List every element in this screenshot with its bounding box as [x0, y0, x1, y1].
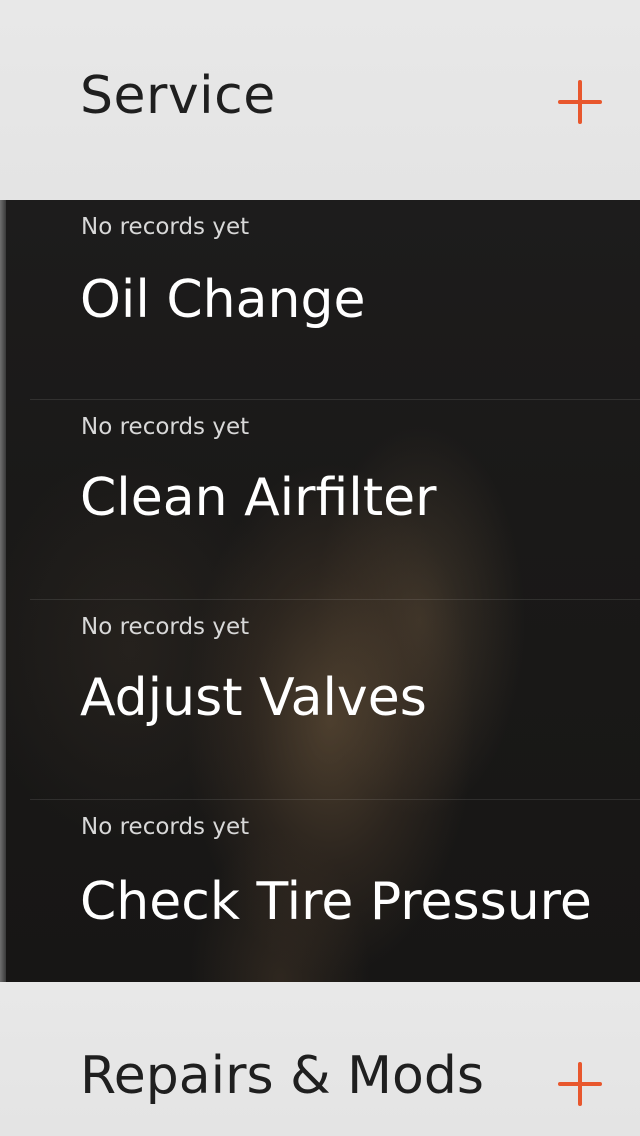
service-item-status: No records yet [81, 814, 250, 840]
service-item-check-tire-pressure[interactable]: No records yet Check Tire Pressure [0, 800, 640, 982]
service-item-name: Oil Change [80, 270, 366, 330]
service-item-status: No records yet [81, 214, 250, 240]
service-section-header: Service [0, 0, 640, 200]
service-item-status: No records yet [81, 614, 250, 640]
service-item-clean-airfilter[interactable]: No records yet Clean Airfilter [0, 400, 640, 600]
add-repair-button[interactable] [558, 1062, 602, 1106]
service-item-name: Clean Airfilter [80, 468, 437, 528]
service-section-title: Service [80, 66, 276, 126]
repairs-section-title: Repairs & Mods [80, 1046, 484, 1106]
service-item-name: Check Tire Pressure [80, 872, 592, 932]
service-list[interactable]: No records yet Oil Change No records yet… [0, 200, 640, 982]
service-item-adjust-valves[interactable]: No records yet Adjust Valves [0, 600, 640, 800]
service-item-status: No records yet [81, 414, 250, 440]
service-item-name: Adjust Valves [80, 668, 427, 728]
add-service-button[interactable] [558, 80, 602, 124]
service-item-oil-change[interactable]: No records yet Oil Change [0, 200, 640, 400]
